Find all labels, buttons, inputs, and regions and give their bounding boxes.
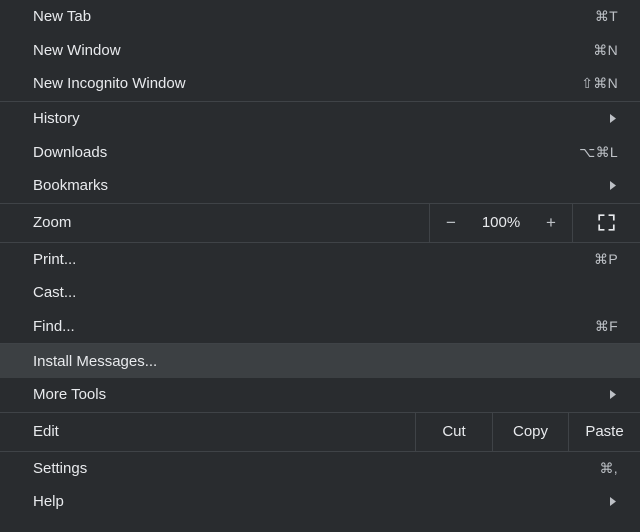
menu-item-more-tools[interactable]: More Tools: [0, 378, 640, 412]
menu-item-zoom-row: Zoom − 100% +: [0, 204, 640, 242]
menu-item-downloads[interactable]: Downloads ⌥⌘L: [0, 135, 640, 169]
menu-group-new: New Tab ⌘T New Window ⌘N New Incognito W…: [0, 0, 640, 101]
menu-item-label: Install Messages...: [33, 353, 624, 370]
menu-item-cast[interactable]: Cast...: [0, 276, 640, 310]
menu-item-edit-row: Edit Cut Copy Paste: [0, 413, 640, 451]
menu-item-label: Bookmarks: [33, 177, 607, 194]
zoom-level-value: 100%: [472, 204, 530, 242]
menu-item-new-window[interactable]: New Window ⌘N: [0, 34, 640, 68]
zoom-decrease-button[interactable]: −: [430, 204, 472, 242]
zoom-label: Zoom: [0, 204, 429, 242]
menu-item-find[interactable]: Find... ⌘F: [0, 310, 640, 344]
chevron-right-icon: [607, 113, 624, 125]
menu-group-page: Print... ⌘P Cast... Find... ⌘F: [0, 243, 640, 344]
chevron-right-icon: [607, 389, 624, 401]
menu-item-label: Help: [33, 493, 607, 510]
menu-item-shortcut: ⌘,: [600, 460, 625, 477]
menu-item-bookmarks[interactable]: Bookmarks: [0, 169, 640, 203]
zoom-increase-button[interactable]: +: [530, 204, 572, 242]
menu-item-label: New Window: [33, 42, 593, 59]
cut-button[interactable]: Cut: [416, 413, 492, 451]
fullscreen-icon: [598, 214, 615, 231]
menu-item-label: Cast...: [33, 284, 624, 301]
menu-item-new-incognito-window[interactable]: New Incognito Window ⇧⌘N: [0, 67, 640, 101]
paste-button[interactable]: Paste: [569, 413, 640, 451]
copy-button[interactable]: Copy: [493, 413, 568, 451]
menu-item-label: Downloads: [33, 144, 579, 161]
fullscreen-button[interactable]: [573, 204, 640, 242]
menu-item-help[interactable]: Help: [0, 485, 640, 519]
chrome-app-menu: New Tab ⌘T New Window ⌘N New Incognito W…: [0, 0, 640, 532]
menu-group-browse: History Downloads ⌥⌘L Bookmarks: [0, 102, 640, 203]
menu-item-label: Find...: [33, 318, 595, 335]
menu-group-tools: Install Messages... More Tools: [0, 344, 640, 411]
menu-item-label: Settings: [33, 460, 600, 477]
menu-item-shortcut: ⌘P: [594, 251, 624, 268]
menu-item-shortcut: ⌘F: [595, 318, 624, 335]
menu-item-label: New Tab: [33, 8, 595, 25]
chevron-right-icon: [607, 496, 624, 508]
menu-item-install-messages[interactable]: Install Messages...: [0, 344, 640, 378]
menu-item-label: History: [33, 110, 607, 127]
menu-item-print[interactable]: Print... ⌘P: [0, 243, 640, 277]
menu-item-shortcut: ⌥⌘L: [579, 144, 624, 161]
chevron-right-icon: [607, 180, 624, 192]
menu-item-settings[interactable]: Settings ⌘,: [0, 452, 640, 486]
edit-label: Edit: [0, 413, 415, 451]
menu-item-label: New Incognito Window: [33, 75, 581, 92]
menu-item-label: More Tools: [33, 386, 607, 403]
menu-item-shortcut: ⌘T: [595, 8, 624, 25]
menu-item-label: Print...: [33, 251, 594, 268]
menu-group-settings: Settings ⌘, Help: [0, 452, 640, 519]
menu-item-shortcut: ⌘N: [593, 42, 624, 59]
menu-item-history[interactable]: History: [0, 102, 640, 136]
menu-item-new-tab[interactable]: New Tab ⌘T: [0, 0, 640, 34]
menu-item-shortcut: ⇧⌘N: [581, 75, 624, 92]
